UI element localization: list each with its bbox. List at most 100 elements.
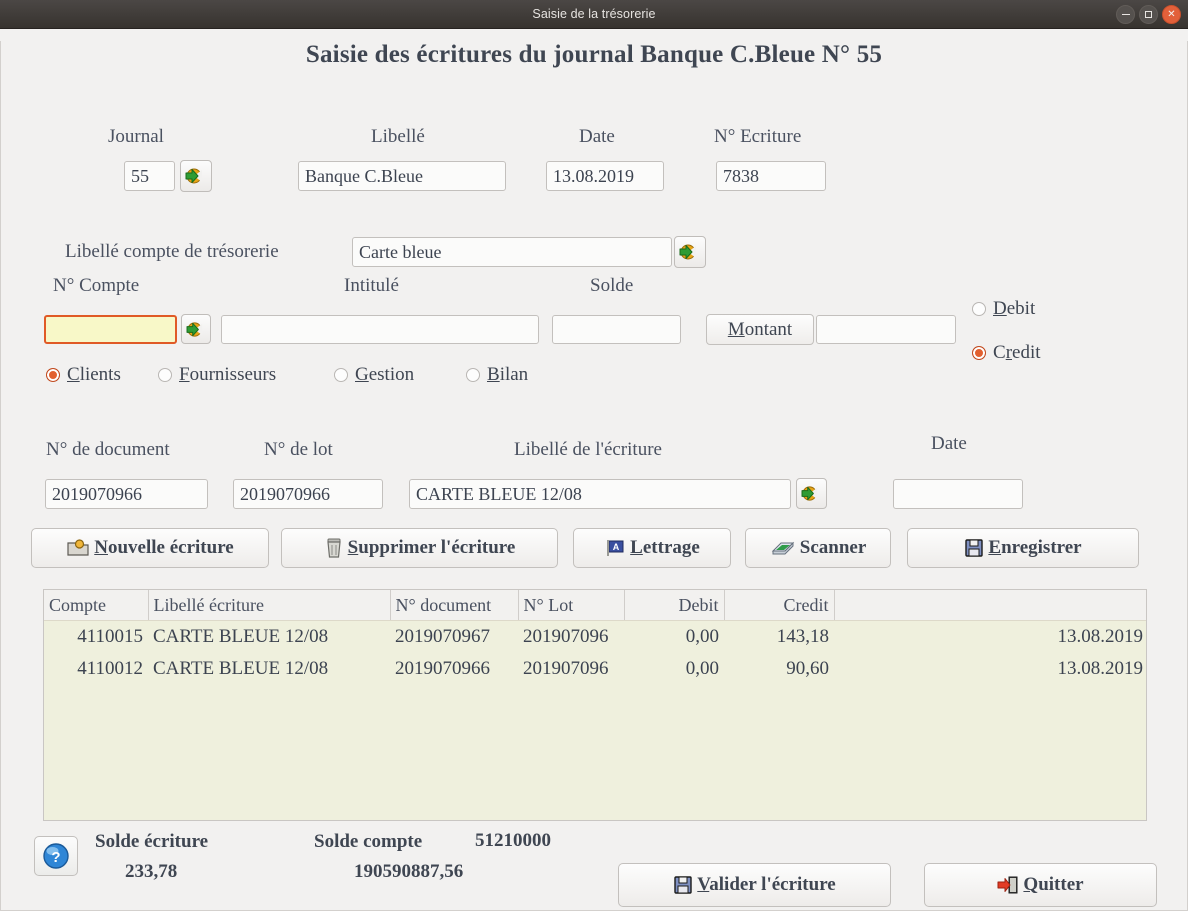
radio-bilan-indicator xyxy=(466,368,480,382)
table-row[interactable]: 4110012 CARTE BLEUE 12/08 2019070966 201… xyxy=(44,653,1146,685)
radio-clients[interactable]: Clients xyxy=(46,364,121,386)
radio-fournisseurs[interactable]: Fournisseurs xyxy=(158,364,276,386)
lettrage-label: Lettrage xyxy=(630,537,700,558)
radio-debit[interactable]: Debit xyxy=(972,298,1035,320)
radio-gestion-indicator xyxy=(334,368,348,382)
cell-debit: 0,00 xyxy=(624,653,724,685)
journal-label: Journal xyxy=(108,126,164,147)
libelle-ecriture-input[interactable] xyxy=(409,479,791,509)
cell-lot: 201907096 xyxy=(518,653,624,685)
journal-lookup-button[interactable] xyxy=(180,160,212,192)
window-title: Saisie de la trésorerie xyxy=(532,7,656,21)
scanner-icon xyxy=(770,538,796,558)
cell-libelle: CARTE BLEUE 12/08 xyxy=(148,620,390,653)
valider-ecriture-button[interactable]: Valider l'écriture xyxy=(618,863,891,907)
col-credit[interactable]: Credit xyxy=(724,590,835,621)
lettrage-button[interactable]: A Lettrage xyxy=(573,528,731,568)
close-button[interactable]: ✕ xyxy=(1162,5,1181,24)
help-button[interactable]: ? xyxy=(34,836,78,876)
compte-tresorerie-lookup-button[interactable] xyxy=(674,236,706,268)
svg-text:?: ? xyxy=(51,849,60,866)
libelle-input[interactable] xyxy=(298,161,506,191)
window-titlebar: Saisie de la trésorerie ✕ xyxy=(0,0,1188,29)
entry-date-label: Date xyxy=(931,433,967,454)
lookup-arrow-circle-icon xyxy=(679,244,696,260)
col-date[interactable] xyxy=(834,590,1146,621)
supprimer-ecriture-button[interactable]: Supprimer l'écriture xyxy=(281,528,558,568)
num-ecriture-input[interactable] xyxy=(716,161,826,191)
radio-fournisseurs-label: Fournisseurs xyxy=(179,364,277,385)
nouvelle-ecriture-button[interactable]: Nouvelle écriture xyxy=(31,528,269,568)
enregistrer-label: Enregistrer xyxy=(988,537,1082,558)
date-input[interactable] xyxy=(546,161,664,191)
supprimer-ecriture-label: Supprimer l'écriture xyxy=(347,537,516,558)
libelle-ecriture-lookup-button[interactable] xyxy=(796,478,827,509)
radio-bilan-label: Bilan xyxy=(487,364,529,385)
radio-debit-label: Debit xyxy=(993,298,1036,319)
num-document-input[interactable] xyxy=(45,479,208,509)
col-lot[interactable]: N° Lot xyxy=(518,590,625,621)
libelle-label: Libellé xyxy=(371,126,425,147)
cell-date: 13.08.2019 xyxy=(834,653,1146,685)
radio-gestion[interactable]: Gestion xyxy=(334,364,414,386)
entry-date-input[interactable] xyxy=(893,479,1023,509)
solde-compte-number: 51210000 xyxy=(475,830,551,851)
montant-button[interactable]: Montant xyxy=(706,314,814,345)
cell-credit: 90,60 xyxy=(724,653,834,685)
journal-input[interactable] xyxy=(124,161,175,191)
page-title: Saisie des écritures du journal Banque C… xyxy=(305,41,883,68)
table-header-row: Compte Libellé écriture N° document N° L… xyxy=(44,590,1146,621)
radio-debit-indicator xyxy=(972,302,986,316)
num-compte-input[interactable] xyxy=(44,315,177,344)
num-compte-label: N° Compte xyxy=(53,275,140,296)
radio-clients-indicator xyxy=(46,368,60,382)
lookup-arrow-circle-icon xyxy=(186,321,202,337)
compte-tresorerie-label: Libellé compte de trésorerie xyxy=(65,241,279,262)
compte-tresorerie-input[interactable] xyxy=(352,237,672,267)
scanner-button[interactable]: Scanner xyxy=(745,528,891,568)
ecritures-grid[interactable]: Compte Libellé écriture N° document N° L… xyxy=(43,589,1147,821)
montant-input[interactable] xyxy=(816,315,956,344)
col-compte[interactable]: Compte xyxy=(44,590,149,621)
col-document[interactable]: N° document xyxy=(390,590,519,621)
cell-libelle: CARTE BLEUE 12/08 xyxy=(148,653,390,685)
montant-button-label: Montant xyxy=(727,318,793,340)
cell-date: 13.08.2019 xyxy=(834,620,1146,653)
col-debit[interactable]: Debit xyxy=(624,590,725,621)
table-row[interactable]: 4110015 CARTE BLEUE 12/08 2019070967 201… xyxy=(44,620,1146,653)
num-compte-lookup-button[interactable] xyxy=(181,314,211,344)
solde-label: Solde xyxy=(590,275,634,296)
valider-ecriture-label: Valider l'écriture xyxy=(697,874,836,895)
quitter-button[interactable]: Quitter xyxy=(924,863,1157,907)
cell-compte: 4110012 xyxy=(44,653,148,685)
lookup-arrow-circle-icon xyxy=(801,486,818,501)
maximize-button[interactable] xyxy=(1139,5,1158,24)
solde-compte-value: 190590887,56 xyxy=(354,861,464,882)
libelle-ecriture-label: Libellé de l'écriture xyxy=(514,439,662,460)
help-globe-icon: ? xyxy=(43,843,69,869)
exit-door-icon xyxy=(997,875,1019,895)
solde-compte-label: Solde compte xyxy=(314,831,423,852)
quitter-label: Quitter xyxy=(1023,874,1084,895)
new-folder-icon xyxy=(66,538,90,558)
solde-ecriture-label: Solde écriture xyxy=(95,831,209,852)
intitule-input[interactable] xyxy=(221,315,539,344)
enregistrer-button[interactable]: Enregistrer xyxy=(907,528,1139,568)
solde-input[interactable] xyxy=(552,315,681,344)
radio-bilan[interactable]: Bilan xyxy=(466,364,528,386)
minimize-button[interactable] xyxy=(1116,5,1135,24)
scanner-label: Scanner xyxy=(799,537,867,558)
solde-ecriture-value: 233,78 xyxy=(125,861,178,882)
radio-fournisseurs-indicator xyxy=(158,368,172,382)
cell-debit: 0,00 xyxy=(624,620,724,653)
num-lot-input[interactable] xyxy=(233,479,383,509)
lookup-arrow-circle-icon xyxy=(185,168,202,184)
table-body: 4110015 CARTE BLEUE 12/08 2019070967 201… xyxy=(44,620,1146,685)
svg-text:A: A xyxy=(613,542,620,552)
col-libelle[interactable]: Libellé écriture xyxy=(148,590,391,621)
trash-icon xyxy=(324,537,344,559)
radio-credit[interactable]: Credit xyxy=(972,342,1041,364)
window-controls: ✕ xyxy=(1116,0,1181,29)
ecritures-table: Compte Libellé écriture N° document N° L… xyxy=(44,590,1146,685)
window-body: Saisie des écritures du journal Banque C… xyxy=(0,41,1188,911)
